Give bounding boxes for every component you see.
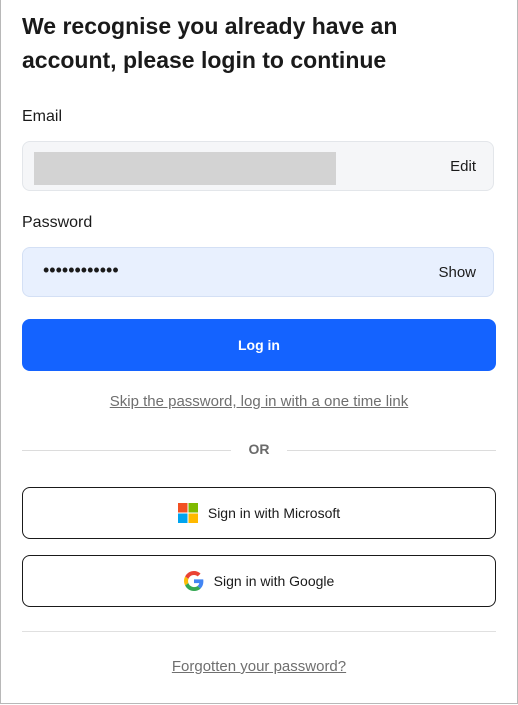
login-card: We recognise you already have an account… [0,0,518,704]
password-field[interactable]: •••••••••••• Show [22,247,494,297]
sign-in-google-button[interactable]: Sign in with Google [22,555,496,607]
microsoft-button-label: Sign in with Microsoft [207,505,341,521]
microsoft-logo-icon [177,503,198,523]
login-button[interactable]: Log in [22,319,496,371]
show-password-button[interactable]: Show [438,264,476,281]
page-title: We recognise you already have an account… [22,13,398,73]
password-label: Password [22,214,93,231]
google-button-label: Sign in with Google [213,573,335,589]
email-field[interactable]: Edit [22,141,494,191]
forgot-password-link[interactable]: Forgotten your password? [1,658,517,675]
redacted-email-value [34,152,336,185]
or-divider: OR [22,441,496,457]
password-value: •••••••••••• [43,260,119,280]
email-label: Email [22,108,63,125]
section-divider [22,631,496,632]
or-text: OR [248,441,270,457]
edit-email-button[interactable]: Edit [450,158,476,175]
sign-in-microsoft-button[interactable]: Sign in with Microsoft [22,487,496,539]
google-logo-icon [183,571,204,591]
one-time-link[interactable]: Skip the password, log in with a one tim… [1,393,517,410]
